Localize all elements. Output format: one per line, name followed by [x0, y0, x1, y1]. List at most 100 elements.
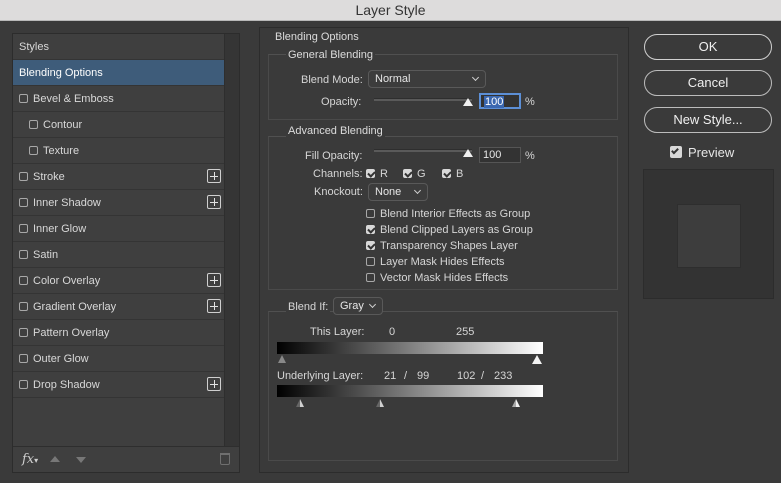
knockout-label: Knockout: [314, 186, 363, 198]
this-layer-low: 0 [389, 326, 396, 338]
style-item-stroke[interactable]: Stroke [13, 164, 225, 190]
blend-mode-select[interactable]: Normal [368, 70, 486, 88]
style-item-outer-glow[interactable]: Outer Glow [13, 346, 225, 372]
ok-button[interactable]: OK [644, 34, 772, 60]
channels-label: Channels: [313, 168, 363, 180]
style-item-checkbox[interactable] [29, 145, 38, 155]
preview-box [643, 169, 774, 299]
advanced-blending-title: Advanced Blending [286, 125, 385, 137]
add-effect-plus-icon[interactable] [207, 299, 221, 313]
style-item-gradient-overlay[interactable]: Gradient Overlay [13, 294, 225, 320]
style-item-checkbox[interactable] [19, 353, 28, 363]
underlying-low-left-slider[interactable] [296, 399, 304, 407]
blend-if-select[interactable]: Gray [333, 297, 383, 315]
style-item-checkbox[interactable] [19, 327, 28, 337]
style-item-label: Satin [33, 249, 59, 261]
option-checkbox-1[interactable] [366, 225, 375, 234]
style-item-contour[interactable]: Contour [13, 112, 225, 138]
opacity-label: Opacity: [321, 96, 362, 108]
style-item-checkbox[interactable] [19, 171, 28, 181]
style-item-label: Bevel & Emboss [33, 93, 114, 105]
underlying-low-right-slider[interactable] [376, 399, 384, 407]
move-down-icon[interactable] [76, 457, 86, 463]
fill-opacity-input[interactable]: 100 [479, 147, 521, 163]
style-item-color-overlay[interactable]: Color Overlay [13, 268, 225, 294]
channel-g-checkbox[interactable] [403, 169, 412, 178]
style-item-pattern-overlay[interactable]: Pattern Overlay [13, 320, 225, 346]
underlying-high-a: 102 [457, 370, 476, 382]
option-checkbox-4[interactable] [366, 273, 375, 282]
opacity-slider-track[interactable] [374, 98, 472, 101]
fill-opacity-label: Fill Opacity: [305, 150, 363, 162]
check-icon [671, 146, 679, 155]
move-up-icon[interactable] [50, 456, 60, 462]
style-item-checkbox[interactable] [29, 119, 38, 129]
style-item-texture[interactable]: Texture [13, 138, 225, 164]
knockout-select[interactable]: None [368, 183, 428, 201]
style-item-checkbox[interactable] [19, 379, 28, 389]
styles-panel: Styles Blending Options Bevel & Emboss Con… [12, 33, 240, 473]
style-item-label: Pattern Overlay [33, 327, 110, 339]
underlying-low-b: 99 [417, 370, 430, 382]
add-effect-plus-icon[interactable] [207, 273, 221, 287]
new-style-button[interactable]: New Style... [644, 107, 772, 133]
option-checkbox-2[interactable] [366, 241, 375, 250]
underlying-layer-gradient[interactable] [277, 385, 543, 397]
channel-b-checkbox[interactable] [442, 169, 451, 178]
styles-list: Styles Blending Options Bevel & Emboss Con… [13, 34, 225, 446]
style-item-checkbox[interactable] [19, 301, 28, 311]
style-item-inner-glow[interactable]: Inner Glow [13, 216, 225, 242]
opacity-unit: % [525, 96, 535, 108]
style-item-label: Contour [43, 119, 83, 131]
style-item-drop-shadow[interactable]: Drop Shadow [13, 372, 225, 398]
channel-g-label: G [417, 168, 426, 180]
add-effect-plus-icon[interactable] [207, 377, 221, 391]
channel-r-checkbox[interactable] [366, 169, 375, 178]
add-effect-plus-icon[interactable] [207, 169, 221, 183]
style-item-checkbox[interactable] [19, 249, 28, 259]
general-blending-title: General Blending [286, 49, 376, 61]
option-label: Blend Interior Effects as Group [380, 208, 531, 220]
underlying-high-slider[interactable] [512, 399, 520, 407]
add-effect-plus-icon[interactable] [207, 195, 221, 209]
blending-options-title: Blending Options [275, 31, 359, 43]
style-item-checkbox[interactable] [19, 93, 28, 103]
option-checkbox-0[interactable] [366, 209, 375, 218]
style-item-label: Inner Glow [33, 223, 87, 235]
styles-scrollbar[interactable] [224, 34, 239, 446]
fx-button[interactable]: fx▾ [22, 452, 38, 467]
trash-icon[interactable] [220, 453, 230, 465]
style-item-blending-options[interactable]: Blending Options [13, 60, 225, 86]
style-item-satin[interactable]: Satin [13, 242, 225, 268]
fill-opacity-slider-thumb[interactable] [463, 149, 473, 157]
preview-checkbox[interactable] [670, 146, 682, 158]
channel-r-label: R [380, 168, 388, 180]
this-layer-label: This Layer: [310, 326, 365, 338]
this-layer-white-slider[interactable] [532, 355, 542, 364]
styles-footer: fx▾ [13, 446, 239, 472]
channel-b-label: B [456, 168, 464, 180]
fill-opacity-unit: % [525, 150, 535, 162]
opacity-slider-thumb[interactable] [463, 98, 473, 106]
style-item-label: Color Overlay [33, 275, 101, 287]
preview-label: Preview [688, 145, 735, 160]
option-label: Blend Clipped Layers as Group [380, 224, 533, 236]
option-label: Transparency Shapes Layer [380, 240, 518, 252]
style-item-label: Drop Shadow [33, 379, 100, 391]
style-item-checkbox[interactable] [19, 275, 28, 285]
style-item-inner-shadow[interactable]: Inner Shadow [13, 190, 225, 216]
underlying-layer-label: Underlying Layer: [277, 370, 364, 382]
this-layer-black-slider[interactable] [278, 355, 286, 363]
style-item-label: Gradient Overlay [33, 301, 117, 313]
blending-options-panel: Blending Options General Blending Blend … [259, 27, 629, 473]
this-layer-gradient[interactable] [277, 342, 543, 354]
style-item-bevel-emboss[interactable]: Bevel & Emboss [13, 86, 225, 112]
style-item-checkbox[interactable] [19, 223, 28, 233]
style-item-label: Stroke [33, 171, 65, 183]
cancel-button[interactable]: Cancel [644, 70, 772, 96]
fill-opacity-slider-track[interactable] [374, 149, 472, 152]
style-item-checkbox[interactable] [19, 197, 28, 207]
underlying-sep-2: / [481, 370, 485, 382]
option-checkbox-3[interactable] [366, 257, 375, 266]
opacity-input[interactable]: 100 [479, 93, 521, 109]
